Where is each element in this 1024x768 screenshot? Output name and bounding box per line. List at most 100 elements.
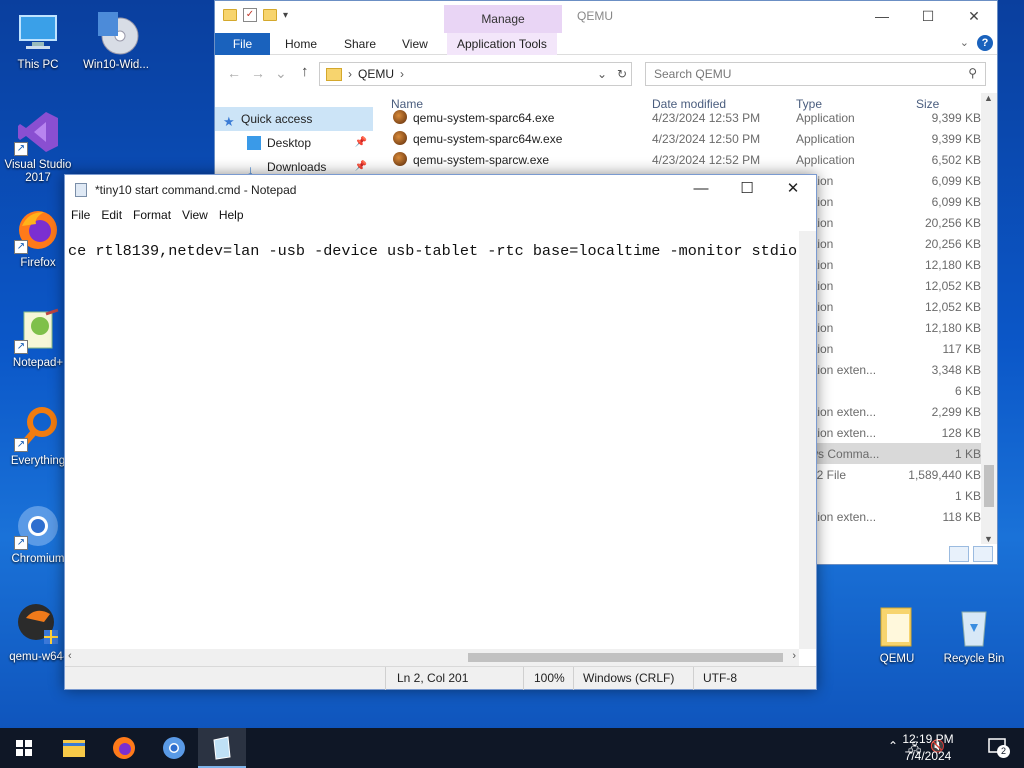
customize-toolbar-icon[interactable]: ▾ (283, 10, 288, 21)
desktop-icon-this-pc[interactable]: This PC (0, 8, 76, 72)
nav-item-quick-access[interactable]: ★ Quick access (215, 107, 373, 131)
taskbar-chromium[interactable] (150, 728, 198, 768)
file-name: qemu-system-sparc64.exe (413, 111, 555, 125)
breadcrumb-separator-icon: › (400, 67, 404, 81)
address-bar[interactable]: › QEMU › ⌄ ↻ (319, 62, 632, 86)
file-row[interactable]: qemu-system-sparc64w.exe 4/23/2024 12:50 … (391, 128, 981, 149)
horizontal-scrollbar[interactable]: ‹ › (65, 649, 799, 666)
file-size: 12,052 KB (924, 279, 981, 293)
tab-home[interactable]: Home (285, 33, 317, 55)
scrollbar-thumb[interactable] (984, 465, 994, 507)
desktop-icon-qemu-folder[interactable]: QEMU (859, 602, 935, 666)
search-input[interactable]: Search QEMU ⚲ (645, 62, 986, 86)
file-row[interactable]: qemu-system-sparc64.exe 4/23/2024 12:53 P… (391, 107, 981, 128)
large-icons-view-icon[interactable] (973, 546, 993, 562)
folder-icon[interactable] (223, 9, 237, 21)
refresh-icon[interactable]: ↻ (617, 67, 627, 81)
desktop-icon-label: Win10-Wid... (83, 59, 149, 71)
tab-share[interactable]: Share (344, 33, 376, 55)
qemu-app-icon (393, 131, 407, 145)
explorer-title: QEMU (577, 9, 613, 23)
qemu-installer-icon (14, 600, 62, 648)
file-size: 118 KB (942, 510, 981, 524)
desktop-icon-win10-iso[interactable]: Win10-Wid... (78, 8, 154, 72)
nav-item-label: Desktop (267, 136, 312, 150)
file-size: 9,399 KB (931, 132, 981, 146)
scroll-right-icon[interactable]: › (792, 650, 796, 662)
file-size: 128 KB (941, 426, 981, 440)
desktop-icon-label: QEMU (879, 653, 915, 665)
vertical-scrollbar[interactable]: ▲ ▼ (981, 93, 997, 544)
menu-edit[interactable]: Edit (101, 205, 129, 225)
nav-item-desktop[interactable]: Desktop 📌 (215, 131, 373, 155)
file-name: qemu-system-sparc64w.exe (413, 132, 563, 146)
menu-view[interactable]: View (182, 205, 215, 225)
close-button[interactable]: ✕ (951, 1, 997, 31)
file-size: 3,348 KB (931, 363, 981, 377)
desktop-folder-icon (247, 136, 261, 150)
scroll-down-icon[interactable]: ▼ (984, 534, 993, 544)
tab-manage[interactable]: Manage (444, 5, 562, 33)
folder-icon (63, 740, 85, 757)
notepad-title: *tiny10 start command.cmd - Notepad (95, 183, 297, 197)
menu-file[interactable]: File (71, 205, 97, 225)
minimize-button[interactable]: — (678, 175, 724, 203)
minimize-button[interactable]: — (859, 1, 905, 31)
tab-file[interactable]: File (215, 33, 270, 55)
file-size: 1,589,440 KB (908, 468, 981, 482)
shortcut-arrow-icon: ↗ (14, 536, 28, 550)
chromium-icon (163, 737, 185, 759)
editor-text: ce rtl8139,netdev=lan -usb -device usb-t… (68, 242, 799, 260)
notification-center-button[interactable]: 2 (988, 737, 1010, 758)
quick-access-toolbar: ✓ ▾ (223, 8, 288, 22)
clock-date: 7/4/2024 (904, 749, 952, 763)
scrollbar-thumb[interactable] (468, 653, 783, 662)
details-view-icon[interactable] (949, 546, 969, 562)
properties-icon[interactable]: ✓ (243, 8, 257, 22)
start-button[interactable] (0, 728, 48, 768)
folder-icon (873, 602, 921, 650)
shortcut-arrow-icon: ↗ (14, 340, 28, 354)
file-row[interactable]: qemu-system-sparcw.exe 4/23/2024 12:52 PM… (391, 149, 981, 170)
computer-icon (14, 8, 62, 56)
expand-ribbon-icon[interactable]: ⌄ (960, 36, 969, 49)
help-icon[interactable]: ? (977, 35, 993, 51)
navigation-bar: ←→⌄ ↑ › QEMU › ⌄ ↻ Search QEMU ⚲ (215, 55, 997, 91)
file-size: 12,052 KB (924, 300, 981, 314)
notification-count: 2 (997, 745, 1010, 758)
notepad-icon (213, 736, 231, 760)
maximize-button[interactable]: ☐ (905, 1, 951, 31)
file-name: qemu-system-sparcw.exe (413, 153, 550, 167)
notepad-window[interactable]: *tiny10 start command.cmd - Notepad — ☐ … (64, 174, 817, 690)
file-date-modified: 4/23/2024 12:50 PM (652, 132, 761, 146)
search-icon: ⚲ (968, 66, 977, 80)
vertical-scrollbar[interactable] (799, 231, 816, 649)
explorer-titlebar[interactable]: ✓ ▾ Manage QEMU — ☐ ✕ (215, 1, 997, 33)
up-arrow-icon[interactable]: ↑ (301, 63, 309, 80)
back-forward-icon[interactable]: ←→⌄ (227, 65, 297, 82)
new-folder-icon[interactable] (263, 9, 277, 21)
menu-help[interactable]: Help (219, 205, 251, 225)
address-dropdown-icon[interactable]: ⌄ (597, 67, 607, 81)
taskbar-firefox[interactable] (100, 728, 148, 768)
file-size: 6,099 KB (931, 174, 981, 188)
desktop-icon-recycle-bin[interactable]: Recycle Bin (936, 602, 1012, 666)
notepad-titlebar[interactable]: *tiny10 start command.cmd - Notepad — ☐ … (65, 175, 816, 205)
download-arrow-icon: ↓ (247, 162, 254, 178)
close-button[interactable]: ✕ (770, 175, 816, 203)
scroll-up-icon[interactable]: ▲ (984, 93, 993, 103)
tab-view[interactable]: View (402, 33, 428, 55)
menu-format[interactable]: Format (133, 205, 178, 225)
scroll-left-icon[interactable]: ‹ (68, 650, 72, 662)
text-editor[interactable]: ce rtl8139,netdev=lan -usb -device usb-t… (65, 231, 799, 649)
notepad-icon (75, 183, 87, 197)
maximize-button[interactable]: ☐ (724, 175, 770, 203)
breadcrumb[interactable]: QEMU (358, 67, 394, 81)
file-size: 12,180 KB (924, 258, 981, 272)
visual-studio-icon: ↗ (14, 108, 62, 156)
taskbar-notepad[interactable] (198, 728, 246, 768)
tab-application-tools[interactable]: Application Tools (447, 33, 557, 55)
view-mode-buttons (949, 546, 993, 562)
clock[interactable]: 12:19 PM 7/4/2024 (892, 731, 964, 765)
taskbar-file-explorer[interactable] (50, 728, 98, 768)
